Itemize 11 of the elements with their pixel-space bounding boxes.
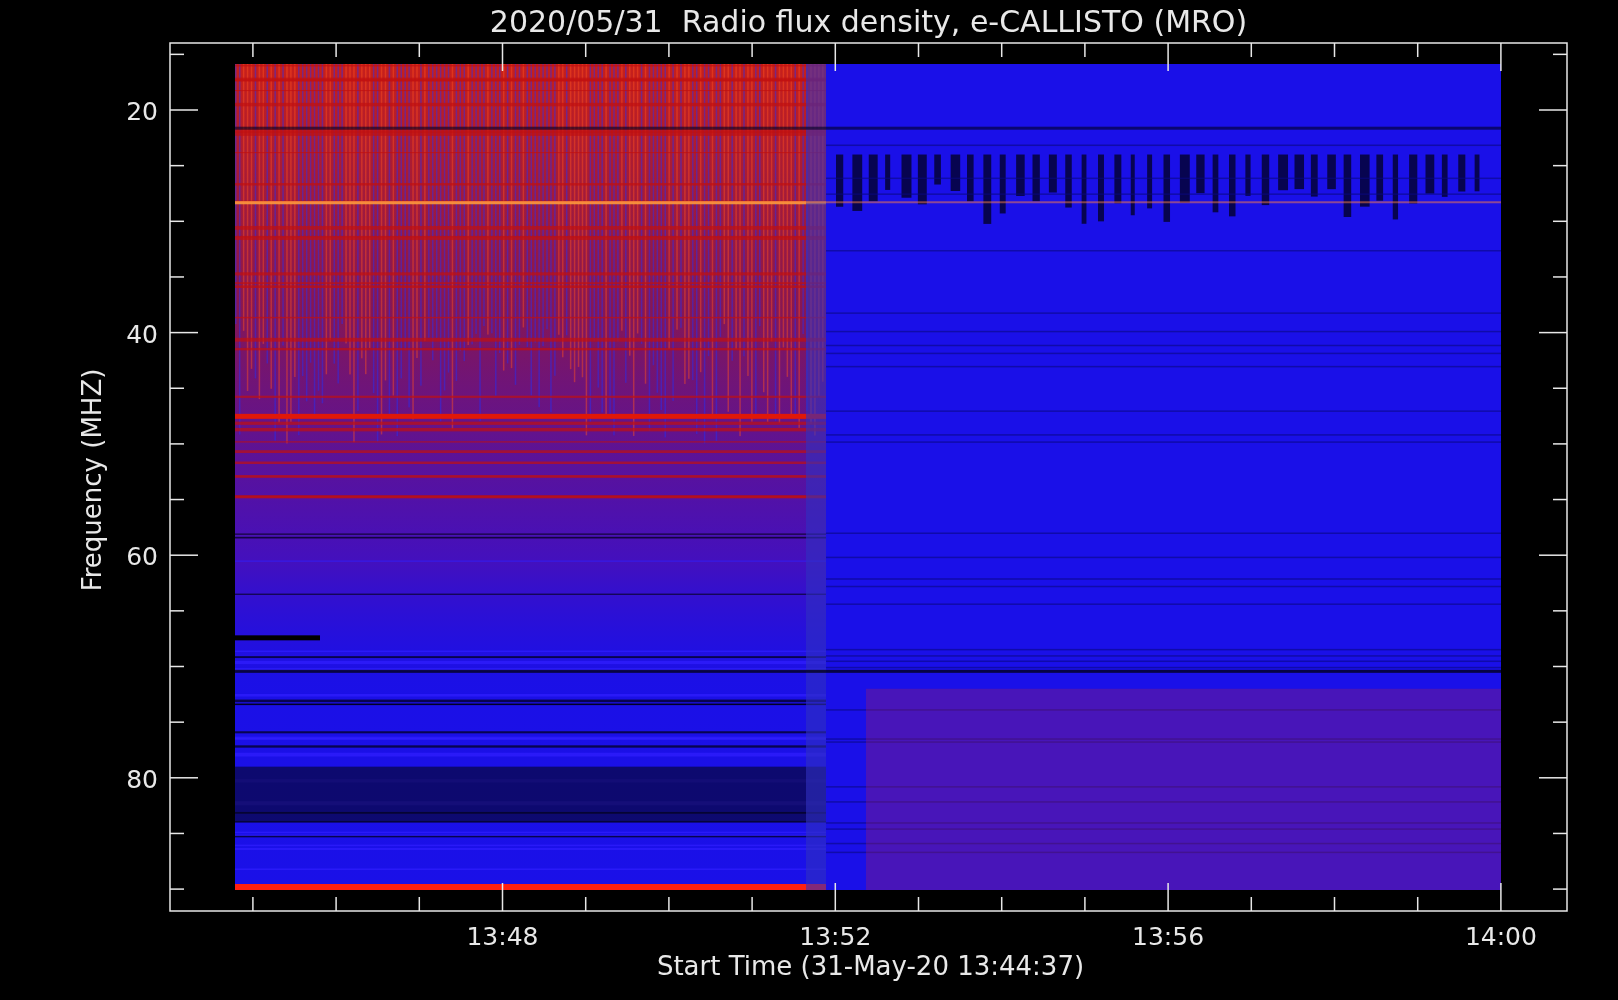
x-axis-tick-label: 13:52: [799, 922, 872, 951]
x-axis-tick-label: 14:00: [1464, 922, 1537, 951]
chart-title: 2020/05/31 Radio flux density, e-CALLISTO (MRO): [489, 4, 1248, 39]
y-axis-tick-label: 40: [126, 319, 158, 349]
x-axis-tick-label: 13:56: [1132, 922, 1205, 951]
x-axis-title: Start Time (31-May-20 13:44:37): [656, 951, 1085, 981]
x-axis-tick-label: 13:48: [466, 922, 539, 951]
y-axis-tick-label: 60: [126, 542, 158, 572]
y-axis-tick-label: 80: [126, 764, 158, 794]
y-axis-title: Frequency (MHZ): [77, 368, 107, 592]
y-axis-tick-label: 20: [126, 97, 158, 126]
